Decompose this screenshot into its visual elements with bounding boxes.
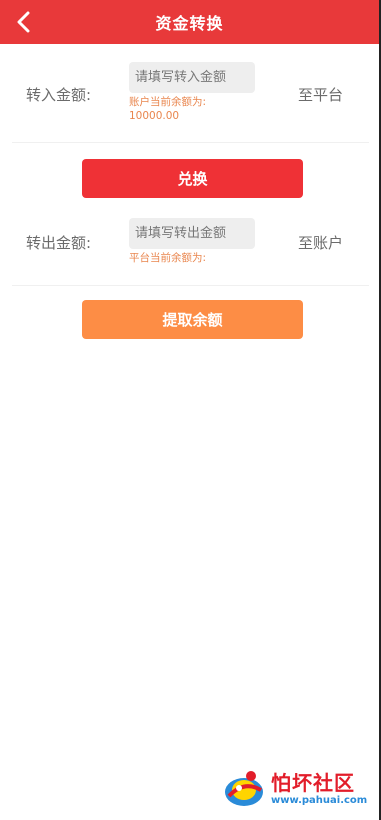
watermark: 怕坏社区 www.pahuai.com — [221, 764, 371, 814]
page-title: 资金转换 — [155, 14, 224, 33]
transfer-out-row: 转出金额: 平台当前余额为: 至账户 — [12, 206, 369, 286]
chevron-left-icon — [17, 11, 30, 33]
to-account-option[interactable]: 至账户 — [298, 232, 343, 253]
transfer-in-row: 转入金额: 账户当前余额为: 10000.00 至平台 — [12, 52, 369, 143]
top-bar: 资金转换 — [0, 0, 379, 44]
platform-balance-hint: 平台当前余额为: — [129, 252, 207, 264]
withdraw-balance-button[interactable]: 提取余额 — [82, 300, 303, 339]
transfer-out-label: 转出金额: — [26, 234, 92, 252]
to-platform-option[interactable]: 至平台 — [298, 84, 343, 105]
account-balance-label: 账户当前余额为: — [129, 96, 207, 108]
exchange-button[interactable]: 兑换 — [82, 159, 303, 198]
account-balance-hint: 账户当前余额为: 10000.00 — [129, 95, 206, 123]
back-button[interactable] — [8, 6, 40, 38]
watermark-text: 怕坏社区 www.pahuai.com — [271, 771, 367, 807]
community-logo-icon — [225, 771, 263, 806]
watermark-url: www.pahuai.com — [271, 795, 368, 806]
transfer-in-amount-input[interactable] — [129, 62, 255, 93]
transfer-in-label: 转入金额: — [26, 86, 92, 104]
account-balance-value: 10000.00 — [129, 110, 180, 122]
watermark-title: 怕坏社区 — [271, 771, 355, 795]
transfer-out-amount-input[interactable] — [129, 218, 255, 249]
fund-transfer-page: 资金转换 转入金额: 账户当前余额为: 10000.00 至平台 兑换 转出金额… — [0, 0, 381, 820]
